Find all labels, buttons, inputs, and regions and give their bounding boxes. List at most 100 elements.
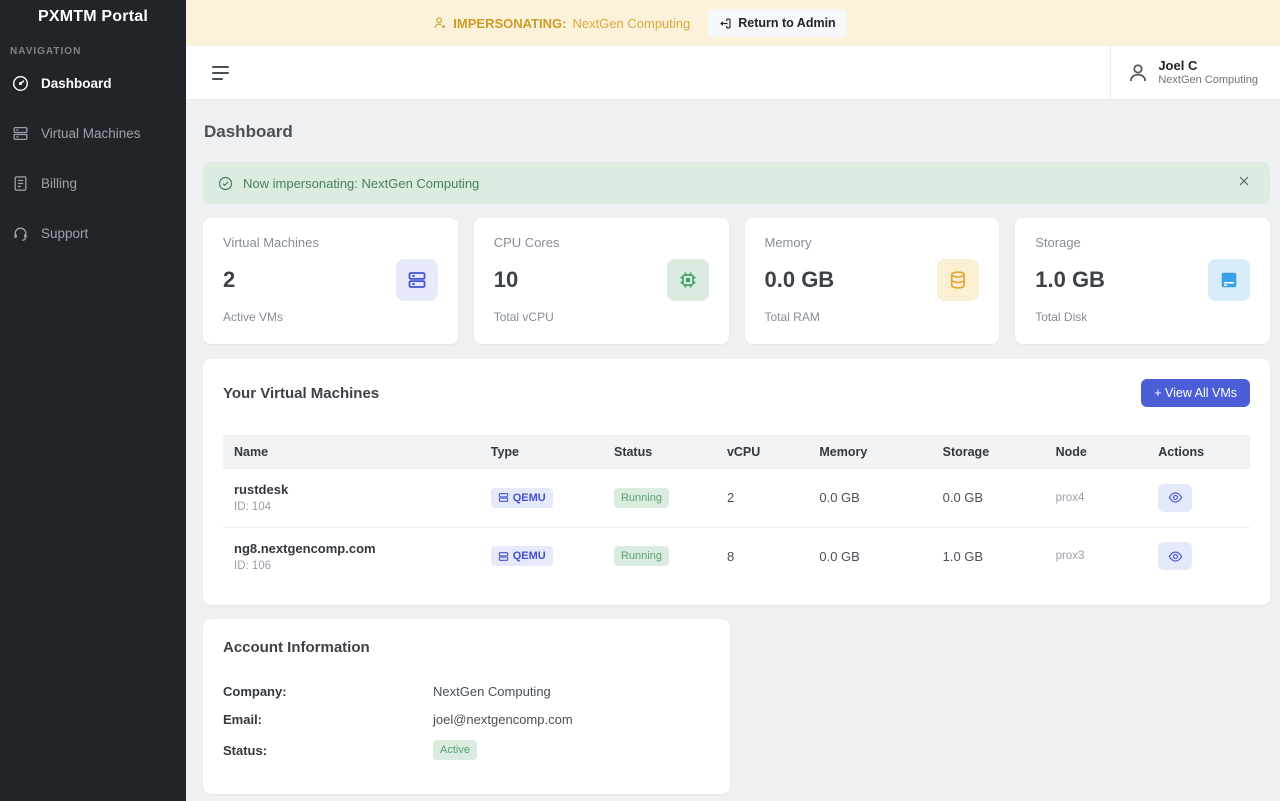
- invoice-icon: [12, 175, 29, 192]
- alert-message: Now impersonating: NextGen Computing: [243, 176, 479, 191]
- stat-label: Memory: [765, 235, 835, 250]
- stat-card-virtual-machines: Virtual Machines 2 Active VMs: [203, 218, 458, 344]
- alert-close-button[interactable]: [1233, 172, 1255, 194]
- view-all-vms-button[interactable]: + View All VMs: [1141, 379, 1250, 407]
- user-menu[interactable]: Joel C NextGen Computing: [1110, 46, 1280, 100]
- main-area: IMPERSONATING: NextGen Computing Return …: [186, 0, 1280, 801]
- account-panel: Account Information Company: NextGen Com…: [203, 619, 730, 794]
- account-label: Company:: [223, 684, 433, 699]
- sidebar-item-label: Virtual Machines: [41, 126, 141, 141]
- column-header-storage: Storage: [932, 435, 1045, 469]
- status-badge: Active: [433, 740, 477, 760]
- table-row: ng8.nextgencomp.com ID: 106 QEMU Running…: [223, 527, 1250, 585]
- account-value: NextGen Computing: [433, 684, 551, 699]
- headset-icon: [12, 225, 29, 242]
- speedometer-icon: [12, 75, 29, 92]
- column-header-node: Node: [1045, 435, 1148, 469]
- return-to-admin-button[interactable]: Return to Admin: [708, 9, 846, 37]
- stat-value: 0.0 GB: [765, 267, 835, 293]
- hdd-icon: [1208, 259, 1250, 301]
- check-circle-icon: [218, 176, 233, 191]
- vm-section-title: Your Virtual Machines: [223, 385, 379, 402]
- account-label: Email:: [223, 712, 433, 727]
- page-title: Dashboard: [204, 122, 1270, 142]
- account-value: joel@nextgencomp.com: [433, 712, 573, 727]
- sidebar-item-virtual-machines[interactable]: Virtual Machines: [0, 117, 186, 150]
- stat-card-cpu-cores: CPU Cores 10 Total vCPU: [474, 218, 729, 344]
- impersonation-banner: IMPERSONATING: NextGen Computing Return …: [186, 0, 1280, 46]
- server-icon: [498, 551, 509, 562]
- return-to-admin-label: Return to Admin: [738, 16, 835, 30]
- stat-sub: Total vCPU: [494, 310, 560, 324]
- stat-value: 1.0 GB: [1035, 267, 1105, 293]
- account-row-company: Company: NextGen Computing: [223, 684, 710, 699]
- sidebar-item-label: Support: [41, 226, 88, 241]
- vm-storage: 0.0 GB: [932, 469, 1045, 527]
- stat-sub: Total RAM: [765, 310, 835, 324]
- vm-vcpu: 2: [716, 469, 808, 527]
- server-stack-icon: [12, 125, 29, 142]
- account-row-email: Email: joel@nextgencomp.com: [223, 712, 710, 727]
- sidebar-item-dashboard[interactable]: Dashboard: [0, 67, 186, 100]
- impersonating-value: NextGen Computing: [572, 16, 690, 31]
- eye-icon: [1168, 490, 1183, 505]
- vm-type-badge: QEMU: [491, 546, 553, 566]
- column-header-memory: Memory: [808, 435, 931, 469]
- vm-id: ID: 104: [234, 501, 469, 513]
- vm-storage: 1.0 GB: [932, 527, 1045, 585]
- stat-card-memory: Memory 0.0 GB Total RAM: [745, 218, 1000, 344]
- vm-vcpu: 8: [716, 527, 808, 585]
- view-vm-button[interactable]: [1158, 542, 1192, 570]
- close-icon: [1237, 174, 1251, 188]
- vm-node: prox4: [1045, 469, 1148, 527]
- vm-id: ID: 106: [234, 560, 469, 572]
- column-header-type: Type: [480, 435, 603, 469]
- vm-name: ng8.nextgencomp.com: [234, 541, 469, 556]
- sidebar-item-billing[interactable]: Billing: [0, 167, 186, 200]
- vm-memory: 0.0 GB: [808, 527, 931, 585]
- user-company: NextGen Computing: [1158, 74, 1258, 88]
- database-icon: [937, 259, 979, 301]
- vm-status-badge: Running: [614, 546, 669, 566]
- server-icon: [498, 492, 509, 503]
- vm-type-badge: QEMU: [491, 488, 553, 508]
- top-header: Joel C NextGen Computing: [186, 46, 1280, 100]
- view-vm-button[interactable]: [1158, 484, 1192, 512]
- stat-sub: Total Disk: [1035, 310, 1105, 324]
- stat-label: Storage: [1035, 235, 1105, 250]
- sidebar-item-support[interactable]: Support: [0, 217, 186, 250]
- sidebar-toggle-button[interactable]: [208, 62, 233, 84]
- page-content: Dashboard Now impersonating: NextGen Com…: [186, 100, 1280, 801]
- stat-card-storage: Storage 1.0 GB Total Disk: [1015, 218, 1270, 344]
- person-check-icon: [433, 16, 447, 30]
- stat-sub: Active VMs: [223, 310, 319, 324]
- vm-status-badge: Running: [614, 488, 669, 508]
- sidebar-item-label: Billing: [41, 176, 77, 191]
- account-label: Status:: [223, 743, 433, 758]
- account-title: Account Information: [223, 639, 710, 656]
- box-arrow-in-left-icon: [719, 17, 732, 30]
- nav-section-label: NAVIGATION: [0, 40, 186, 67]
- app-title: PXMTM Portal: [0, 0, 186, 40]
- vm-table: Name Type Status vCPU Memory Storage Nod…: [223, 435, 1250, 585]
- vm-panel: Your Virtual Machines + View All VMs Nam…: [203, 359, 1270, 605]
- column-header-status: Status: [603, 435, 716, 469]
- sidebar: PXMTM Portal NAVIGATION Dashboard Virtua…: [0, 0, 186, 801]
- server-stack-icon: [396, 259, 438, 301]
- impersonating-text: IMPERSONATING: NextGen Computing: [433, 16, 690, 31]
- stat-value: 2: [223, 267, 319, 293]
- vm-name: rustdesk: [234, 482, 469, 497]
- impersonating-label: IMPERSONATING:: [453, 16, 566, 31]
- vm-node: prox3: [1045, 527, 1148, 585]
- vm-table-header-row: Name Type Status vCPU Memory Storage Nod…: [223, 435, 1250, 469]
- account-row-status: Status: Active: [223, 740, 710, 760]
- vm-memory: 0.0 GB: [808, 469, 931, 527]
- eye-icon: [1168, 549, 1183, 564]
- impersonation-alert: Now impersonating: NextGen Computing: [203, 162, 1270, 204]
- column-header-vcpu: vCPU: [716, 435, 808, 469]
- stat-label: CPU Cores: [494, 235, 560, 250]
- person-icon: [1127, 62, 1149, 84]
- column-header-name: Name: [223, 435, 480, 469]
- stats-row: Virtual Machines 2 Active VMs CPU Cores …: [203, 218, 1270, 344]
- user-name: Joel C: [1158, 58, 1258, 74]
